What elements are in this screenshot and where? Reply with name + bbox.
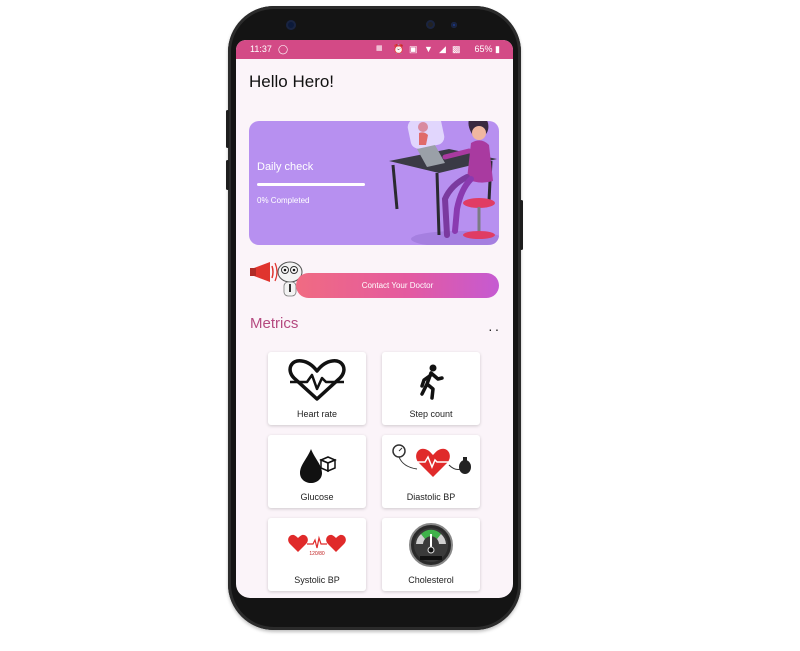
front-camera-icon (286, 20, 296, 30)
glucose-drop-icon (300, 449, 337, 483)
metric-tile-systolic-bp[interactable]: 120/80 Systolic BP (268, 518, 366, 591)
walking-person-icon (420, 364, 444, 400)
hearts-pulse-icon: 120/80 (288, 534, 346, 557)
battery-indicator: 65% ▮ (474, 44, 500, 54)
iris-sensor-icon (451, 22, 457, 28)
metric-label: Glucose (300, 492, 334, 502)
messenger-icon: ◯ (278, 44, 289, 54)
more-options-icon[interactable]: ·· (488, 321, 501, 337)
app-screen: 11:37 ◯ ▦ ⏰ ▣ ▼ ◢ ▩ 65% ▮ Hello Hero! Da… (236, 40, 513, 598)
daily-check-progress-label: 0% Completed (257, 196, 310, 205)
volume-button (226, 110, 229, 148)
contact-doctor-button[interactable]: Contact Your Doctor (296, 273, 499, 298)
daily-check-card[interactable]: Daily check 0% Completed (249, 121, 499, 245)
blood-pressure-heart-icon (392, 444, 471, 477)
status-bar: 11:37 ◯ ▦ ⏰ ▣ ▼ ◢ ▩ 65% ▮ (236, 40, 513, 59)
no-sim-icon: ▩ (452, 44, 461, 54)
metrics-title: Metrics (250, 315, 299, 332)
metric-label: Systolic BP (294, 575, 340, 585)
metric-label: Heart rate (296, 409, 338, 419)
alarm-icon: ⏰ (393, 44, 405, 54)
wifi-icon: ▼ (424, 44, 433, 54)
data-icon: ▦ (376, 45, 383, 52)
svg-text:120/80: 120/80 (309, 551, 325, 557)
signal-icon: ◢ (439, 44, 446, 54)
metric-label: Diastolic BP (406, 492, 456, 502)
cholesterol-gauge-icon (409, 523, 453, 567)
greeting-title: Hello Hero! (249, 72, 335, 91)
front-sensor-icon (426, 20, 435, 29)
battery-icon: ▮ (495, 44, 500, 54)
metric-tile-cholesterol[interactable]: Cholesterol (382, 518, 480, 591)
daily-check-progress-bar (257, 183, 365, 186)
metric-tile-step-count[interactable]: Step count (382, 352, 480, 425)
woman-at-desk-illustration (389, 121, 499, 245)
metric-label: Step count (409, 409, 453, 419)
metric-label: Cholesterol (408, 575, 454, 585)
daily-check-title: Daily check (257, 161, 314, 173)
metric-tile-heart-rate[interactable]: Heart rate (268, 352, 366, 425)
metric-tile-glucose[interactable]: Glucose (268, 435, 366, 508)
metric-tile-diastolic-bp[interactable]: Diastolic BP (382, 435, 480, 508)
status-time: 11:37 (250, 44, 272, 54)
vibrate-icon: ▣ (409, 44, 418, 54)
heart-rate-icon (288, 359, 346, 401)
bixby-button (226, 160, 229, 190)
power-button (520, 200, 523, 250)
